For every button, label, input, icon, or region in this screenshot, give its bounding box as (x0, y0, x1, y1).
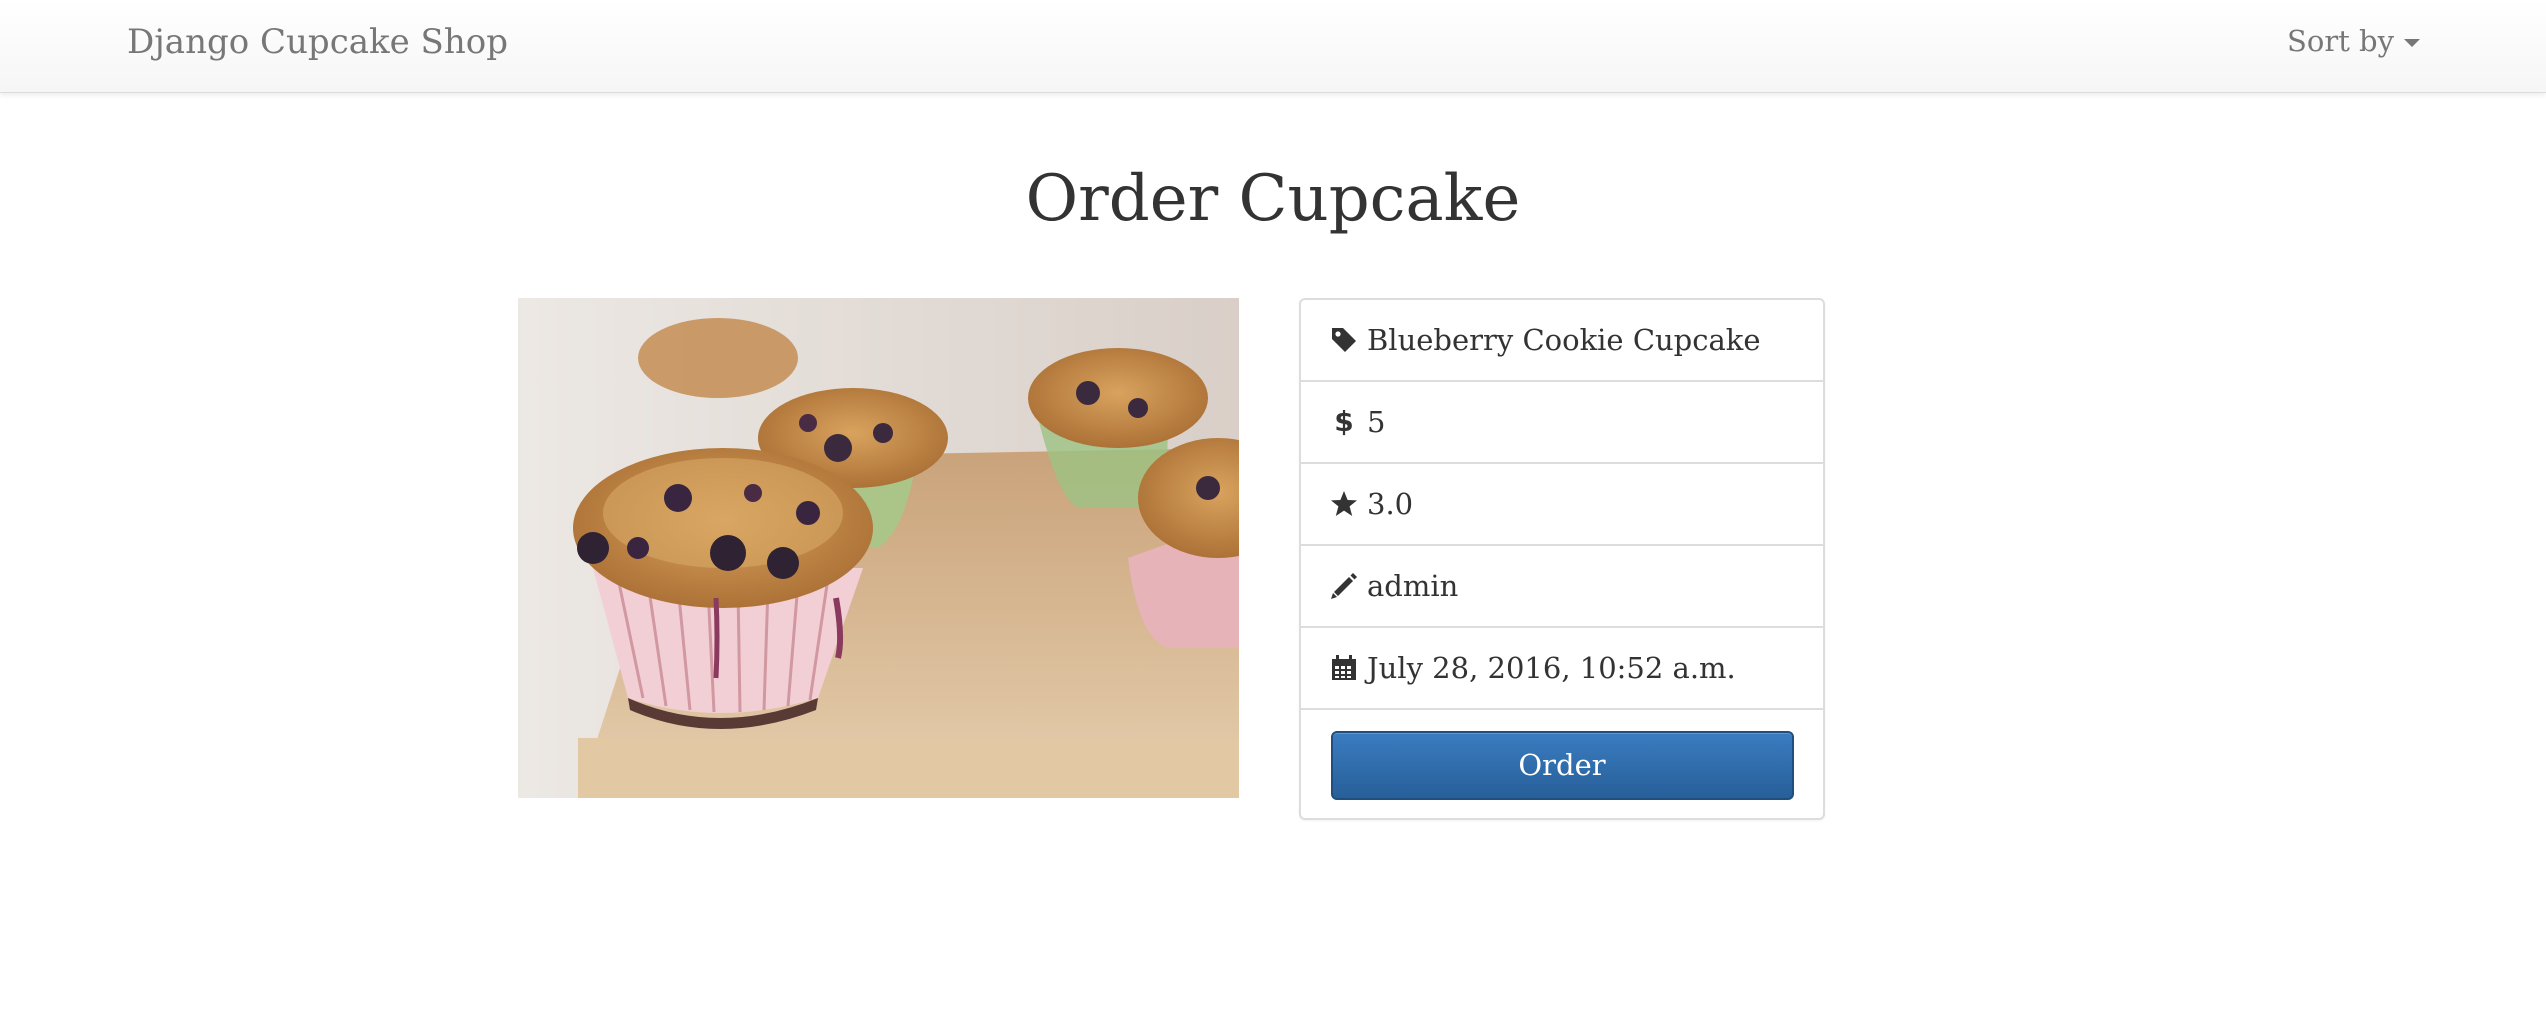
cupcake-author-row: admin (1301, 546, 1823, 628)
sort-dropdown[interactable]: Sort by (2287, 24, 2421, 58)
tag-icon (1329, 325, 1359, 355)
sort-label: Sort by (2287, 24, 2395, 58)
cupcake-details-panel: Blueberry Cookie Cupcake $ 5 3.0 admin J… (1299, 298, 1825, 820)
cupcake-name: Blueberry Cookie Cupcake (1367, 323, 1761, 357)
cupcake-photo (518, 298, 1239, 798)
cupcake-date: July 28, 2016, 10:52 a.m. (1367, 651, 1736, 685)
cupcake-price: 5 (1367, 405, 1386, 439)
pencil-icon (1329, 571, 1359, 601)
page-title: Order Cupcake (1025, 162, 1521, 236)
star-icon (1329, 489, 1359, 519)
cupcake-rating: 3.0 (1367, 487, 1414, 521)
svg-text:$: $ (1334, 407, 1353, 437)
cupcake-name-row: Blueberry Cookie Cupcake (1301, 300, 1823, 382)
cupcake-rating-row: 3.0 (1301, 464, 1823, 546)
cupcake-author: admin (1367, 569, 1459, 603)
brand-link[interactable]: Django Cupcake Shop (127, 22, 508, 62)
caret-down-icon (2404, 39, 2421, 47)
order-button[interactable]: Order (1330, 730, 1794, 800)
order-button-container: Order (1301, 710, 1823, 820)
dollar-icon: $ (1329, 407, 1359, 437)
cupcake-date-row: July 28, 2016, 10:52 a.m. (1301, 628, 1823, 710)
cupcake-price-row: $ 5 (1301, 382, 1823, 464)
calendar-icon (1329, 653, 1359, 683)
navbar: Django Cupcake Shop Sort by (0, 0, 2546, 93)
